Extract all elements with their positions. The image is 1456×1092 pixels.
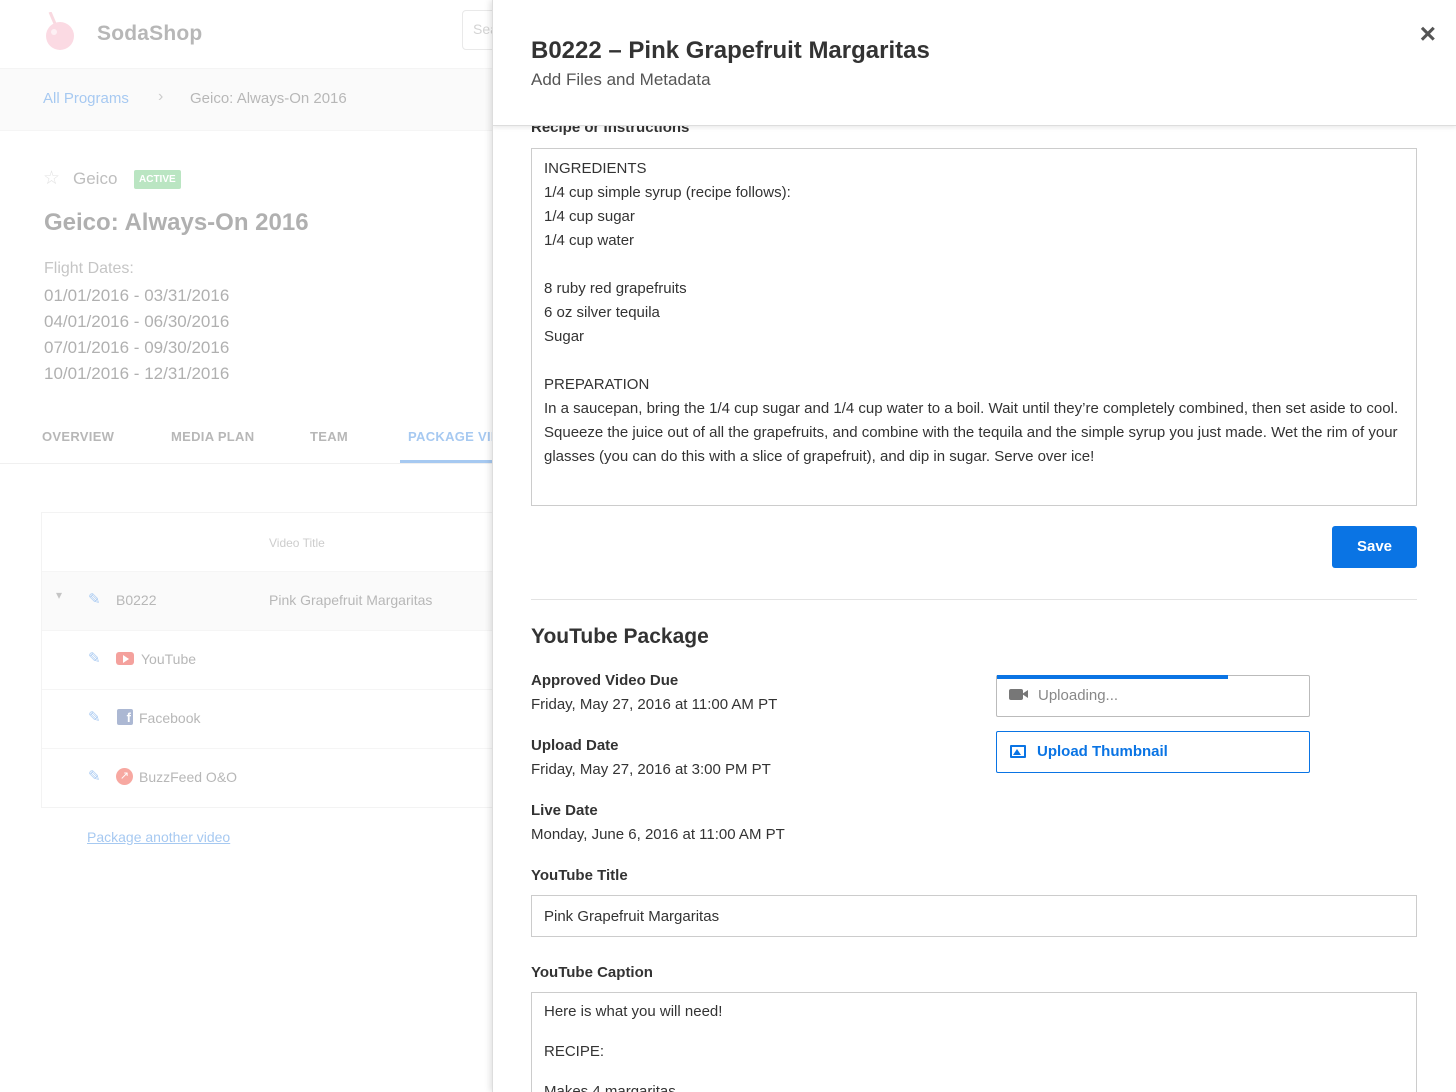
upload-progress-bar [997,675,1228,679]
video-title: Pink Grapefruit Margaritas [269,592,433,608]
youtube-caption-textarea[interactable]: Here is what you will need! RECIPE: Make… [531,992,1417,1092]
flight-date: 04/01/2016 - 06/30/2016 [44,312,230,331]
approved-video-due-label: Approved Video Due [531,672,679,689]
add-files-panel: B0222 – Pink Grapefruit Margaritas Add F… [492,0,1456,1092]
breadcrumb-all-programs[interactable]: All Programs [43,90,129,107]
videos-table: Video Title ▾ ✎ B0222 Pink Grapefruit Ma… [41,512,511,808]
live-date-label: Live Date [531,802,598,819]
pencil-icon[interactable]: ✎ [88,649,101,667]
youtube-title-input[interactable]: Pink Grapefruit Margaritas [531,895,1417,937]
tab-package-videos[interactable]: PACKAGE VID [408,429,501,444]
uploading-status: Uploading... [1038,687,1119,704]
status-badge: ACTIVE [134,170,181,189]
video-id: B0222 [116,592,157,608]
breadcrumb-current: Geico: Always-On 2016 [190,90,347,107]
tab-media-plan[interactable]: MEDIA PLAN [171,429,254,444]
buzzfeed-icon: ↗ [116,768,133,785]
video-camera-icon [1009,689,1028,700]
table-row[interactable]: ✎ YouTube [42,630,510,689]
upload-thumbnail-button[interactable]: Upload Thumbnail [996,731,1310,773]
panel-header: B0222 – Pink Grapefruit Margaritas Add F… [493,0,1456,126]
active-tab-indicator [400,460,500,463]
approved-video-due-value: Friday, May 27, 2016 at 11:00 AM PT [531,696,778,713]
flight-dates-label: Flight Dates: [44,260,134,277]
table-row[interactable]: ✎ ↗ BuzzFeed O&O [42,748,510,807]
table-row[interactable]: ▾ ✎ B0222 Pink Grapefruit Margaritas [42,571,510,630]
recipe-textarea[interactable]: INGREDIENTS 1/4 cup simple syrup (recipe… [531,148,1417,506]
platform-name: BuzzFeed O&O [139,769,238,785]
upload-thumbnail-label: Upload Thumbnail [1037,743,1168,760]
chevron-right-icon: › [158,88,164,105]
page-title: Geico: Always-On 2016 [44,209,309,236]
facebook-icon: f [117,709,133,725]
youtube-package-heading: YouTube Package [531,625,709,648]
package-another-video-link[interactable]: Package another video [87,829,230,845]
tab-overview[interactable]: OVERVIEW [42,429,114,444]
image-icon [1010,745,1026,758]
flight-date: 10/01/2016 - 12/31/2016 [44,364,230,383]
client-name: Geico [73,169,118,188]
brand-name: SodaShop [97,22,203,45]
panel-subtitle: Add Files and Metadata [531,70,711,89]
save-button[interactable]: Save [1332,526,1417,568]
pencil-icon[interactable]: ✎ [88,708,101,726]
star-icon[interactable]: ☆ [43,167,60,190]
panel-title: B0222 – Pink Grapefruit Margaritas [531,37,930,64]
upload-date-value: Friday, May 27, 2016 at 3:00 PM PT [531,761,771,778]
pencil-icon[interactable]: ✎ [88,767,101,785]
live-date-value: Monday, June 6, 2016 at 11:00 AM PT [531,826,785,843]
divider [531,599,1417,600]
close-icon[interactable]: × [1420,18,1436,50]
soda-logo-icon [46,12,74,50]
video-upload-field[interactable]: Uploading... [996,675,1310,717]
youtube-icon [116,652,134,665]
platform-name: YouTube [141,651,197,667]
youtube-title-label: YouTube Title [531,867,628,884]
youtube-caption-label: YouTube Caption [531,964,653,981]
upload-date-label: Upload Date [531,737,619,754]
flight-date: 07/01/2016 - 09/30/2016 [44,338,230,357]
tab-team[interactable]: TEAM [310,429,348,444]
table-row[interactable]: ✎ f Facebook [42,689,510,748]
flight-date: 01/01/2016 - 03/31/2016 [44,286,230,305]
platform-name: Facebook [139,710,201,726]
chevron-down-icon[interactable]: ▾ [56,588,62,602]
column-header-video-title: Video Title [269,536,325,550]
pencil-icon[interactable]: ✎ [88,590,101,608]
